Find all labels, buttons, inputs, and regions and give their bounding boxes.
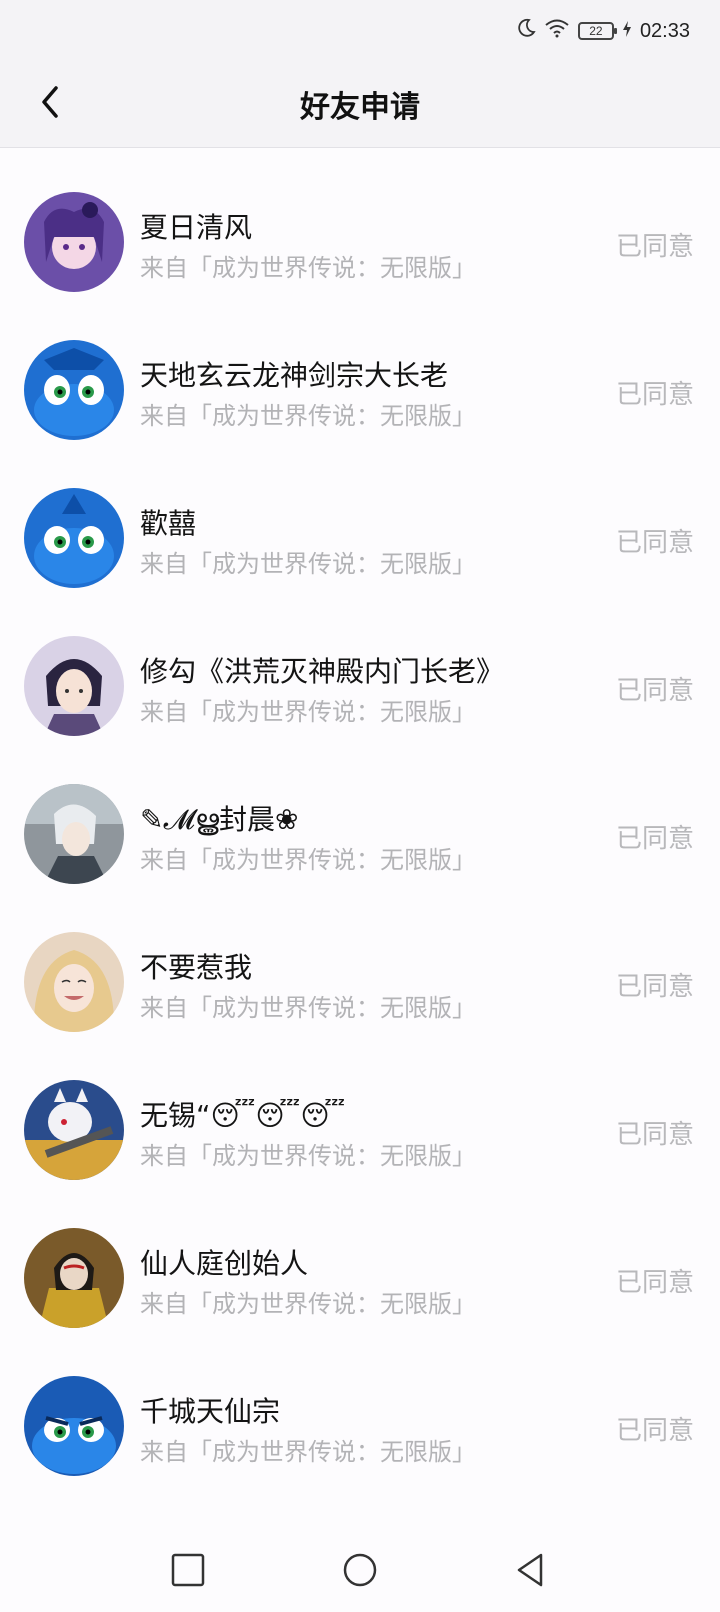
avatar[interactable]: [24, 636, 124, 736]
request-source: 来自「成为世界传说：无限版」: [140, 550, 476, 578]
request-source: 来自「成为世界传说：无限版」: [140, 402, 476, 430]
request-status: 已同意: [615, 1120, 694, 1150]
request-source: 来自「成为世界传说：无限版」: [140, 994, 476, 1022]
moon-icon: [516, 18, 536, 44]
list-item[interactable]: 无锡“😴😴😴 来自「成为世界传说：无限版」 已同意: [0, 1036, 720, 1184]
requester-name: 天地玄云龙神剑宗大长老: [140, 359, 449, 392]
list-item[interactable]: 不要惹我 来自「成为世界传说：无限版」 已同意: [0, 888, 720, 1036]
request-source: 来自「成为世界传说：无限版」: [140, 846, 476, 874]
status-icons: 22 02:33: [516, 16, 690, 46]
avatar[interactable]: [24, 784, 124, 884]
system-nav-bar: [0, 1528, 720, 1612]
clock-time: 02:33: [639, 19, 690, 42]
requester-name: 夏日清风: [140, 211, 253, 244]
requester-name: 千城天仙宗: [140, 1395, 281, 1428]
avatar[interactable]: [24, 1228, 124, 1328]
request-source: 来自「成为世界传说：无限版」: [140, 1142, 476, 1170]
request-status: 已同意: [615, 676, 694, 706]
list-item[interactable]: 歡囍 来自「成为世界传说：无限版」 已同意: [0, 444, 720, 592]
request-status: 已同意: [615, 1268, 694, 1298]
request-status: 已同意: [615, 824, 694, 854]
battery-icon: 22: [577, 22, 617, 40]
requester-name: 无锡“😴😴😴: [140, 1099, 346, 1132]
list-item[interactable]: 天地玄云龙神剑宗大长老 来自「成为世界传说：无限版」 已同意: [0, 296, 720, 444]
avatar[interactable]: [24, 192, 124, 292]
header: 好友申请: [0, 62, 720, 148]
square-icon: [171, 1553, 205, 1587]
requester-name: 仙人庭创始人: [140, 1247, 309, 1280]
request-status: 已同意: [615, 1416, 694, 1446]
requester-name: 歡囍: [140, 507, 197, 540]
avatar[interactable]: [24, 340, 124, 440]
request-status: 已同意: [615, 528, 694, 558]
request-status: 已同意: [615, 380, 694, 410]
requester-name: ✎𝓜ൠ封晨❀: [140, 803, 299, 836]
avatar[interactable]: [24, 1376, 124, 1476]
avatar[interactable]: [24, 932, 124, 1032]
back-nav-button[interactable]: [506, 1546, 554, 1594]
status-bar: 22 02:33: [0, 0, 720, 62]
avatar[interactable]: [24, 1080, 124, 1180]
circle-icon: [343, 1553, 377, 1587]
request-source: 来自「成为世界传说：无限版」: [140, 1290, 476, 1318]
request-status: 已同意: [615, 972, 694, 1002]
list-item[interactable]: 仙人庭创始人 来自「成为世界传说：无限版」 已同意: [0, 1184, 720, 1332]
list-item[interactable]: 千城天仙宗 来自「成为世界传说：无限版」 已同意: [0, 1332, 720, 1480]
request-source: 来自「成为世界传说：无限版」: [140, 1438, 476, 1466]
friend-request-list[interactable]: 夏日清风 来自「成为世界传说：无限版」 已同意 天地玄云龙神剑宗大长老 来自「成…: [0, 148, 720, 1528]
request-source: 来自「成为世界传说：无限版」: [140, 698, 476, 726]
request-status: 已同意: [615, 232, 694, 262]
list-item[interactable]: ✎𝓜ൠ封晨❀ 来自「成为世界传说：无限版」 已同意: [0, 740, 720, 888]
request-source: 来自「成为世界传说：无限版」: [140, 254, 476, 282]
avatar[interactable]: [24, 488, 124, 588]
requester-name: 不要惹我: [140, 951, 253, 984]
recent-apps-button[interactable]: [164, 1546, 212, 1594]
charging-icon: [622, 20, 632, 43]
page-title: 好友申请: [300, 90, 420, 125]
triangle-back-icon: [517, 1553, 543, 1587]
wifi-icon: [544, 18, 570, 44]
list-item[interactable]: 修勾《洪荒灭神殿内门长老》 来自「成为世界传说：无限版」 已同意: [0, 592, 720, 740]
requester-name: 修勾《洪荒灭神殿内门长老》: [140, 655, 505, 688]
home-button[interactable]: [336, 1546, 384, 1594]
list-item[interactable]: 夏日清风 来自「成为世界传说：无限版」 已同意: [0, 148, 720, 296]
